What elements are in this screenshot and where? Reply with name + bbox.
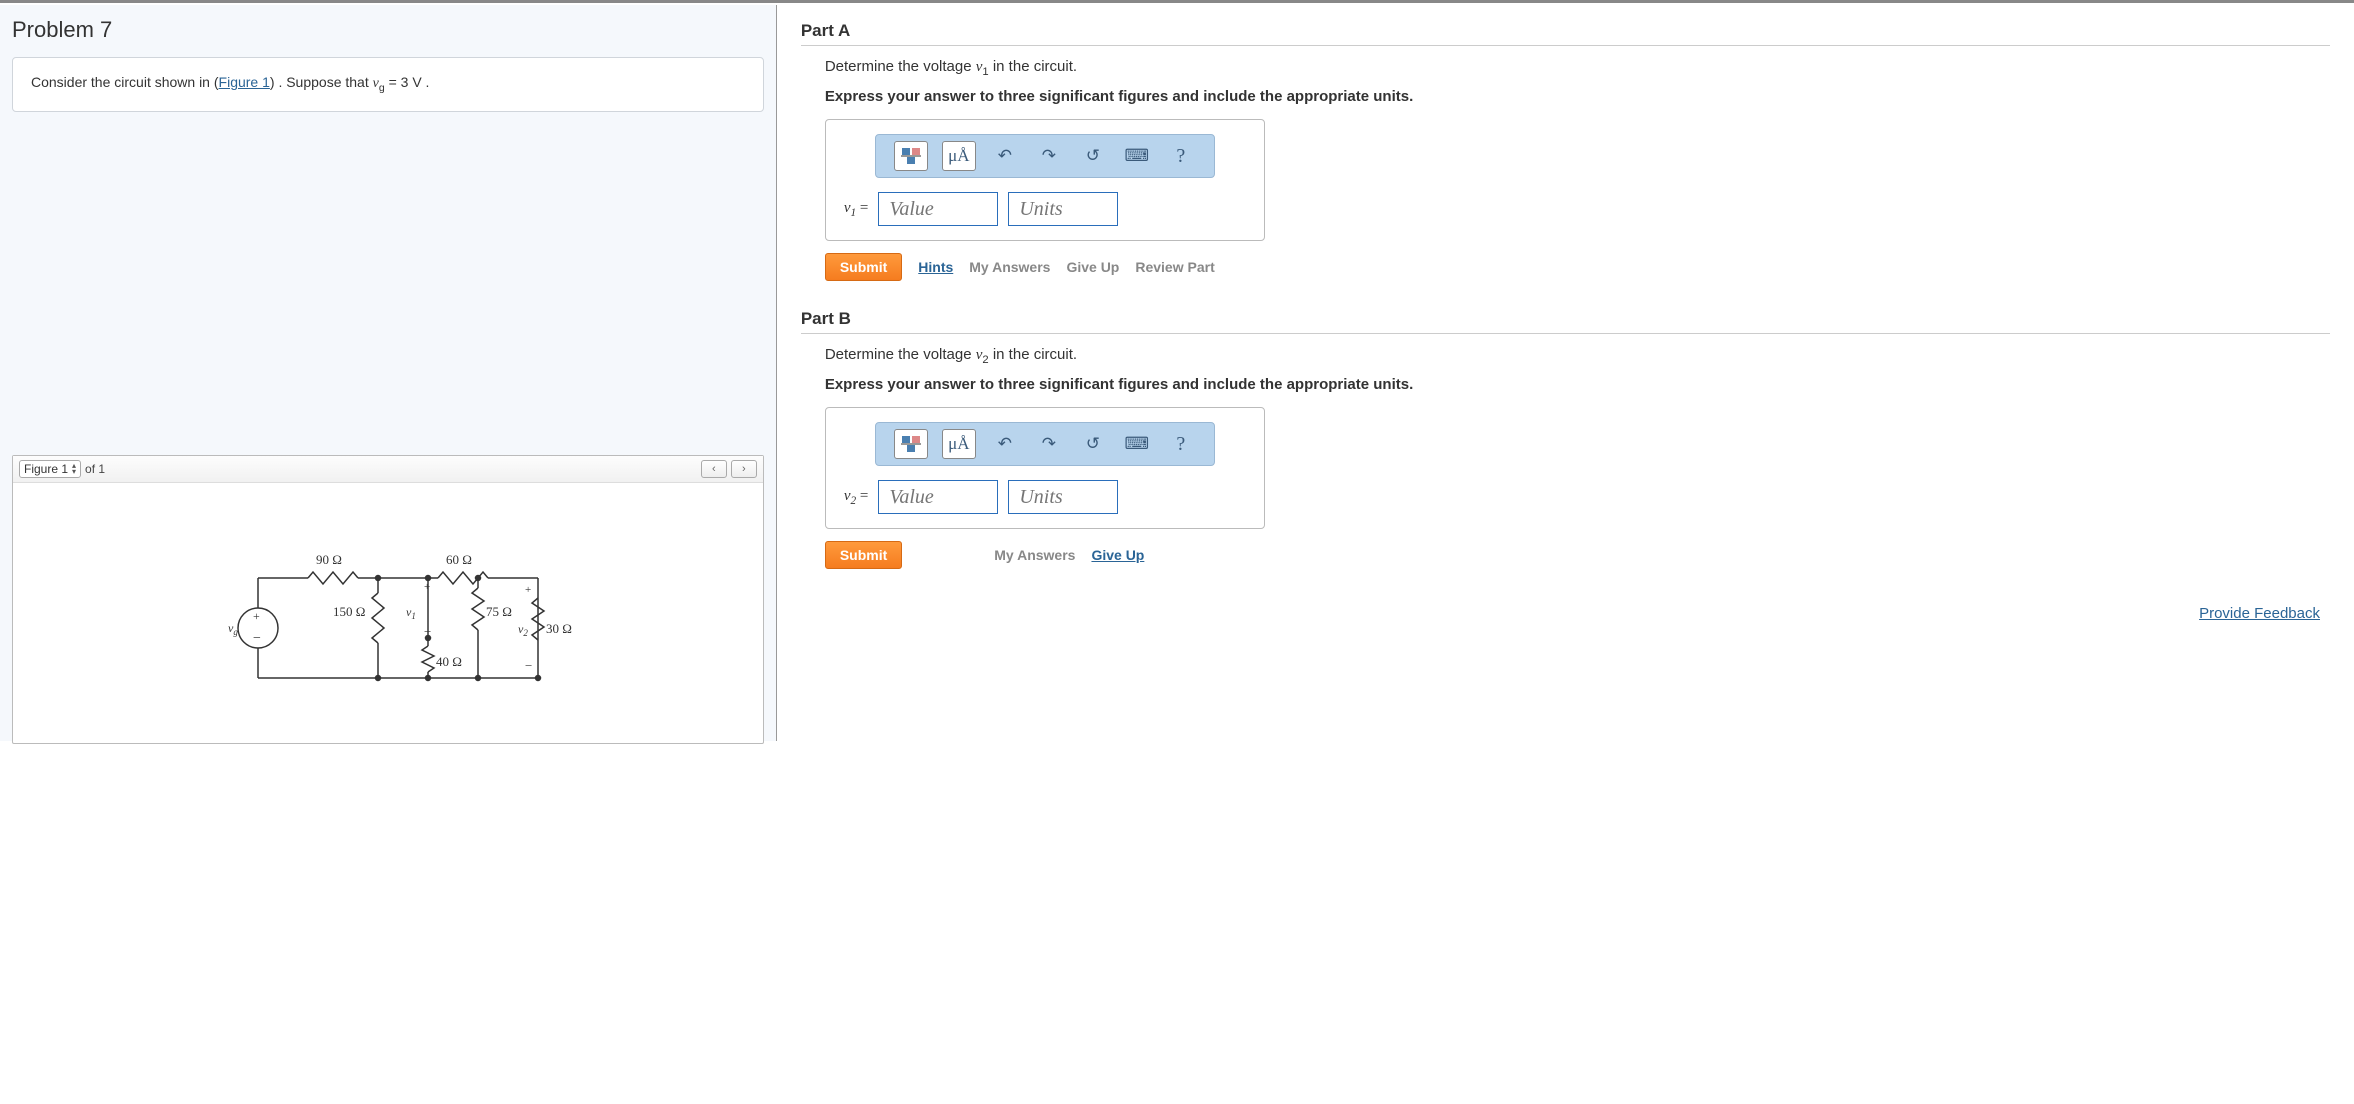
prompt-text-1: Consider the circuit shown in ( (31, 74, 219, 90)
keyboard-button[interactable]: ⌨ (1122, 142, 1152, 170)
fraction-icon (900, 147, 922, 165)
svg-text:+: + (253, 609, 260, 623)
part-a-giveup-link[interactable]: Give Up (1066, 259, 1119, 275)
redo-button[interactable]: ↷ (1034, 430, 1064, 458)
part-a-question: Determine the voltage v1 in the circuit. (825, 58, 2330, 78)
part-b-submit-button[interactable]: Submit (825, 541, 902, 569)
vg-label: vg (228, 621, 238, 637)
chevron-left-icon: ‹ (712, 463, 716, 475)
stepper-down-icon: ▾ (72, 469, 76, 475)
reset-button[interactable]: ↺ (1078, 430, 1108, 458)
templates-button[interactable] (894, 429, 928, 459)
svg-text:+: + (424, 581, 430, 593)
units-symbol-button[interactable]: μÅ (942, 429, 976, 459)
redo-icon: ↷ (1042, 146, 1056, 166)
reset-icon: ↺ (1086, 434, 1100, 454)
figure-of-text: of 1 (85, 462, 105, 476)
undo-icon: ↶ (998, 146, 1012, 166)
part-b-title: Part B (801, 309, 2330, 334)
part-b-instruction: Express your answer to three significant… (825, 376, 2330, 393)
part-a-section: Part A Determine the voltage v1 in the c… (801, 21, 2330, 281)
problem-prompt: Consider the circuit shown in (Figure 1)… (12, 57, 764, 112)
v2-label: v2 (518, 622, 528, 638)
r60-label: 60 Ω (446, 552, 472, 567)
part-a-var-label: v1 = (844, 200, 869, 219)
help-icon: ? (1176, 433, 1185, 456)
keyboard-icon: ⌨ (1125, 434, 1150, 454)
figure-header: Figure 1 ▴ ▾ of 1 ‹ › (13, 456, 763, 483)
fraction-icon (900, 435, 922, 453)
units-symbol-label: μÅ (948, 146, 969, 166)
svg-text:−: − (525, 658, 532, 673)
help-button[interactable]: ? (1166, 430, 1196, 458)
figure-selector[interactable]: Figure 1 ▴ ▾ (19, 460, 81, 478)
part-a-title: Part A (801, 21, 2330, 46)
part-a-myanswers-link[interactable]: My Answers (969, 259, 1050, 275)
help-button[interactable]: ? (1166, 142, 1196, 170)
part-a-toolbar: μÅ ↶ ↷ ↺ ⌨ ? (875, 134, 1215, 178)
units-symbol-button[interactable]: μÅ (942, 141, 976, 171)
figure-selector-label: Figure 1 (24, 462, 68, 476)
redo-button[interactable]: ↷ (1034, 142, 1064, 170)
part-b-actions: Submit My Answers Give Up (825, 541, 2330, 569)
provide-feedback-link[interactable]: Provide Feedback (2199, 605, 2320, 622)
figure-panel: Figure 1 ▴ ▾ of 1 ‹ › (12, 455, 764, 744)
svg-text:−: − (253, 631, 261, 646)
part-a-hints-link[interactable]: Hints (918, 259, 953, 275)
part-a-answer-box: μÅ ↶ ↷ ↺ ⌨ ? v1 = (825, 119, 1265, 241)
part-b-input-row: v2 = (840, 480, 1250, 514)
undo-button[interactable]: ↶ (990, 142, 1020, 170)
prompt-text-3: = 3 V . (385, 74, 430, 90)
figure-stepper[interactable]: ▴ ▾ (72, 463, 76, 475)
reset-icon: ↺ (1086, 146, 1100, 166)
circuit-diagram: 90 Ω 60 Ω 150 Ω 75 Ω 40 Ω 30 Ω vg + − v1… (198, 538, 578, 708)
keyboard-button[interactable]: ⌨ (1122, 430, 1152, 458)
part-b-value-input[interactable] (878, 480, 998, 514)
part-a-review-link[interactable]: Review Part (1135, 259, 1214, 275)
part-b-var-label: v2 = (844, 488, 869, 507)
part-b-myanswers-link[interactable]: My Answers (994, 547, 1075, 563)
part-a-submit-button[interactable]: Submit (825, 253, 902, 281)
part-a-value-input[interactable] (878, 192, 998, 226)
part-a-actions: Submit Hints My Answers Give Up Review P… (825, 253, 2330, 281)
part-a-instruction: Express your answer to three significant… (825, 88, 2330, 105)
part-a-units-input[interactable] (1008, 192, 1118, 226)
r30-label: 30 Ω (546, 621, 572, 636)
r40-label: 40 Ω (436, 654, 462, 669)
chevron-right-icon: › (742, 463, 746, 475)
part-b-units-input[interactable] (1008, 480, 1118, 514)
redo-icon: ↷ (1042, 434, 1056, 454)
part-b-toolbar: μÅ ↶ ↷ ↺ ⌨ ? (875, 422, 1215, 466)
part-b-giveup-link[interactable]: Give Up (1091, 547, 1144, 563)
prompt-text-2: ) . Suppose that (270, 74, 373, 90)
part-b-question: Determine the voltage v2 in the circuit. (825, 346, 2330, 366)
part-b-section: Part B Determine the voltage v2 in the c… (801, 309, 2330, 569)
part-a-input-row: v1 = (840, 192, 1250, 226)
v1-label: v1 (406, 605, 416, 621)
undo-button[interactable]: ↶ (990, 430, 1020, 458)
figure-next-button[interactable]: › (731, 460, 757, 478)
keyboard-icon: ⌨ (1125, 146, 1150, 166)
figure-prev-button[interactable]: ‹ (701, 460, 727, 478)
r90-label: 90 Ω (316, 552, 342, 567)
right-panel: Part A Determine the voltage v1 in the c… (777, 5, 2354, 741)
help-icon: ? (1176, 145, 1185, 168)
figure-link[interactable]: Figure 1 (219, 74, 270, 90)
svg-text:−: − (424, 624, 431, 639)
templates-button[interactable] (894, 141, 928, 171)
problem-title: Problem 7 (12, 17, 764, 43)
left-panel: Problem 7 Consider the circuit shown in … (0, 5, 777, 741)
part-b-answer-box: μÅ ↶ ↷ ↺ ⌨ ? v2 = (825, 407, 1265, 529)
svg-text:+: + (525, 584, 531, 596)
reset-button[interactable]: ↺ (1078, 142, 1108, 170)
r75-label: 75 Ω (486, 604, 512, 619)
undo-icon: ↶ (998, 434, 1012, 454)
units-symbol-label: μÅ (948, 434, 969, 454)
figure-body: 90 Ω 60 Ω 150 Ω 75 Ω 40 Ω 30 Ω vg + − v1… (13, 483, 763, 743)
r150-label: 150 Ω (333, 604, 365, 619)
